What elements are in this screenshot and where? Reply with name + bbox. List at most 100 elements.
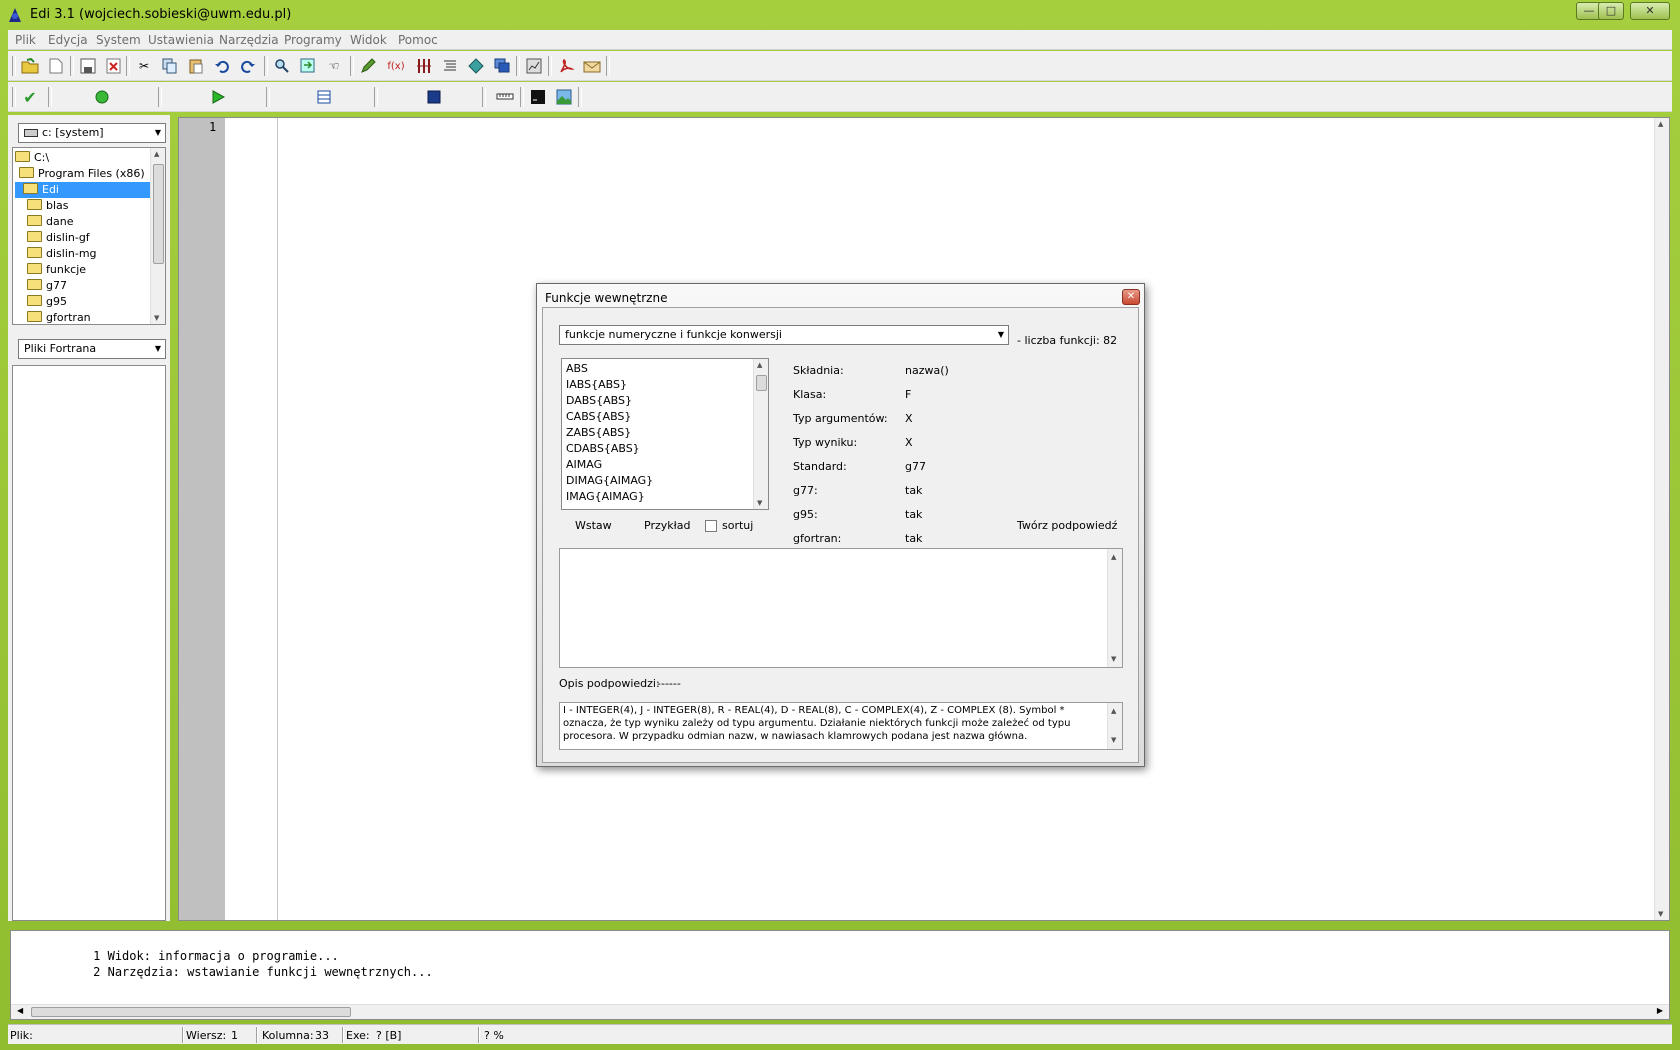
tree-item-blas[interactable]: blas [27,198,69,214]
hint-textarea[interactable]: ▲ ▼ [559,548,1123,668]
example-button[interactable]: Przykład [644,519,690,532]
function-list-item[interactable]: CDABS{ABS} [566,441,640,457]
tree-item-dane[interactable]: dane [27,214,73,230]
legend-scrollbar[interactable]: ▲ ▼ [1107,703,1122,749]
hand-icon[interactable]: ☜ [324,56,344,76]
diamond-icon[interactable] [466,56,486,76]
menu-pomoc[interactable]: Pomoc [398,33,438,47]
tree-item-edi[interactable]: Edi [15,182,151,198]
scroll-up-icon[interactable]: ▲ [757,361,762,369]
menu-edycja[interactable]: Edycja [48,33,88,47]
tree-item-c-drive[interactable]: C:\ [15,150,49,166]
status-row-value: 1 [231,1029,238,1042]
cut-icon[interactable]: ✂ [134,56,154,76]
list-icon[interactable] [440,56,460,76]
columns-icon[interactable] [414,56,434,76]
tree-scrollbar[interactable]: ▲ ▼ [150,148,165,324]
menu-programy[interactable]: Programy [284,33,342,47]
scroll-down-icon[interactable]: ▼ [757,499,762,507]
menu-widok[interactable]: Widok [350,33,387,47]
editor-scrollbar[interactable]: ▲ ▼ [1654,118,1669,920]
category-select[interactable]: funkcje numeryczne i funkcje konwersji ▼ [559,325,1009,345]
maximize-button[interactable]: □ [1598,2,1624,20]
status-exe-value: ? [B] [376,1029,402,1042]
function-list-item[interactable]: ABS [566,361,588,377]
file-list[interactable] [12,365,166,921]
check-icon[interactable]: ✔ [20,87,40,107]
scroll-up-icon[interactable]: ▲ [1111,705,1116,718]
scroll-down-icon[interactable]: ▼ [1111,655,1116,663]
scroll-down-icon[interactable]: ▼ [154,314,159,322]
search-icon[interactable] [272,56,292,76]
scroll-left-icon[interactable]: ◀ [17,1006,23,1015]
function-list[interactable]: ABS IABS{ABS} DABS{ABS} CABS{ABS} ZABS{A… [561,358,769,510]
menu-plik[interactable]: Plik [15,33,36,47]
hint-scrollbar[interactable]: ▲ ▼ [1107,549,1122,667]
pen-icon[interactable] [358,56,378,76]
console-icon[interactable] [528,87,548,107]
tree-item-g77[interactable]: g77 [27,278,67,294]
function-list-item[interactable]: IABS{ABS} [566,377,627,393]
directory-tree[interactable]: C:\ Program Files (x86) Edi blas dane di… [12,147,166,325]
toolbar-separator [350,56,354,76]
scroll-thumb[interactable] [756,375,767,391]
undo-icon[interactable] [212,56,232,76]
tree-item-dislin-mg[interactable]: dislin-mg [27,246,97,262]
dialog-close-button[interactable]: ✕ [1122,289,1140,305]
function-list-item[interactable]: IMAG{AIMAG} [566,489,645,505]
function-list-item[interactable]: ZABS{ABS} [566,425,631,441]
detail-value: tak [905,532,923,545]
paste-icon[interactable] [186,56,206,76]
menu-ustawienia[interactable]: Ustawienia [148,33,214,47]
run-play-icon[interactable] [208,87,228,107]
scroll-up-icon[interactable]: ▲ [1658,120,1663,128]
pdf-icon[interactable] [556,56,576,76]
scroll-thumb[interactable] [31,1007,351,1017]
mail-icon[interactable] [582,56,602,76]
folder-icon [27,263,42,274]
file-filter-select[interactable]: Pliki Fortrana ▼ [18,339,166,359]
tree-item-gfortran[interactable]: gfortran [27,310,91,324]
chart-icon[interactable] [524,56,544,76]
scroll-up-icon[interactable]: ▲ [154,150,159,158]
ruler-icon[interactable] [494,87,516,107]
drive-select[interactable]: c: [system] ▼ [18,123,166,143]
window-layout-icon[interactable] [314,87,334,107]
create-hint-button[interactable]: Twórz podpowiedź [1017,519,1117,532]
open-folder-icon[interactable] [20,56,40,76]
function-list-item[interactable]: AIMAG [566,457,602,473]
copy-icon[interactable] [160,56,180,76]
image-icon[interactable] [554,87,574,107]
output-hscrollbar[interactable]: ◀ ▶ [11,1004,1669,1019]
replace-icon[interactable] [298,56,318,76]
tree-item-g95[interactable]: g95 [27,294,67,310]
scroll-down-icon[interactable]: ▼ [1111,734,1116,747]
scroll-thumb[interactable] [153,164,164,264]
tree-item-funkcje[interactable]: funkcje [27,262,86,278]
tree-item-dislin-gf[interactable]: dislin-gf [27,230,90,246]
menu-narzedzia[interactable]: Narzędzia [219,33,279,47]
output-panel[interactable]: 1 Widok: informacja o programie... 2 Nar… [10,930,1670,1020]
new-file-icon[interactable] [46,56,66,76]
close-file-icon[interactable] [104,56,124,76]
function-list-item[interactable]: DIMAG{AIMAG} [566,473,653,489]
title-bar[interactable]: Edi 3.1 (wojciech.sobieski@uwm.edu.pl) —… [0,0,1680,30]
save-icon[interactable] [78,56,98,76]
scroll-down-icon[interactable]: ▼ [1658,910,1663,918]
function-list-item[interactable]: CABS{ABS} [566,409,631,425]
insert-button[interactable]: Wstaw [575,519,612,532]
redo-icon[interactable] [238,56,258,76]
close-button[interactable]: ✕ [1630,2,1670,20]
tree-item-program-files[interactable]: Program Files (x86) [19,166,145,182]
compile-circle-icon[interactable] [92,87,112,107]
stop-icon[interactable] [424,87,444,107]
function-list-item[interactable]: DABS{ABS} [566,393,632,409]
sort-checkbox[interactable] [705,520,717,532]
scroll-right-icon[interactable]: ▶ [1657,1006,1663,1015]
windows-icon[interactable] [492,56,512,76]
menu-system[interactable]: System [96,33,141,47]
function-list-scrollbar[interactable]: ▲ ▼ [753,359,768,509]
function-icon[interactable]: f(x) [384,56,408,76]
status-separator [478,1027,480,1043]
scroll-up-icon[interactable]: ▲ [1111,553,1116,561]
